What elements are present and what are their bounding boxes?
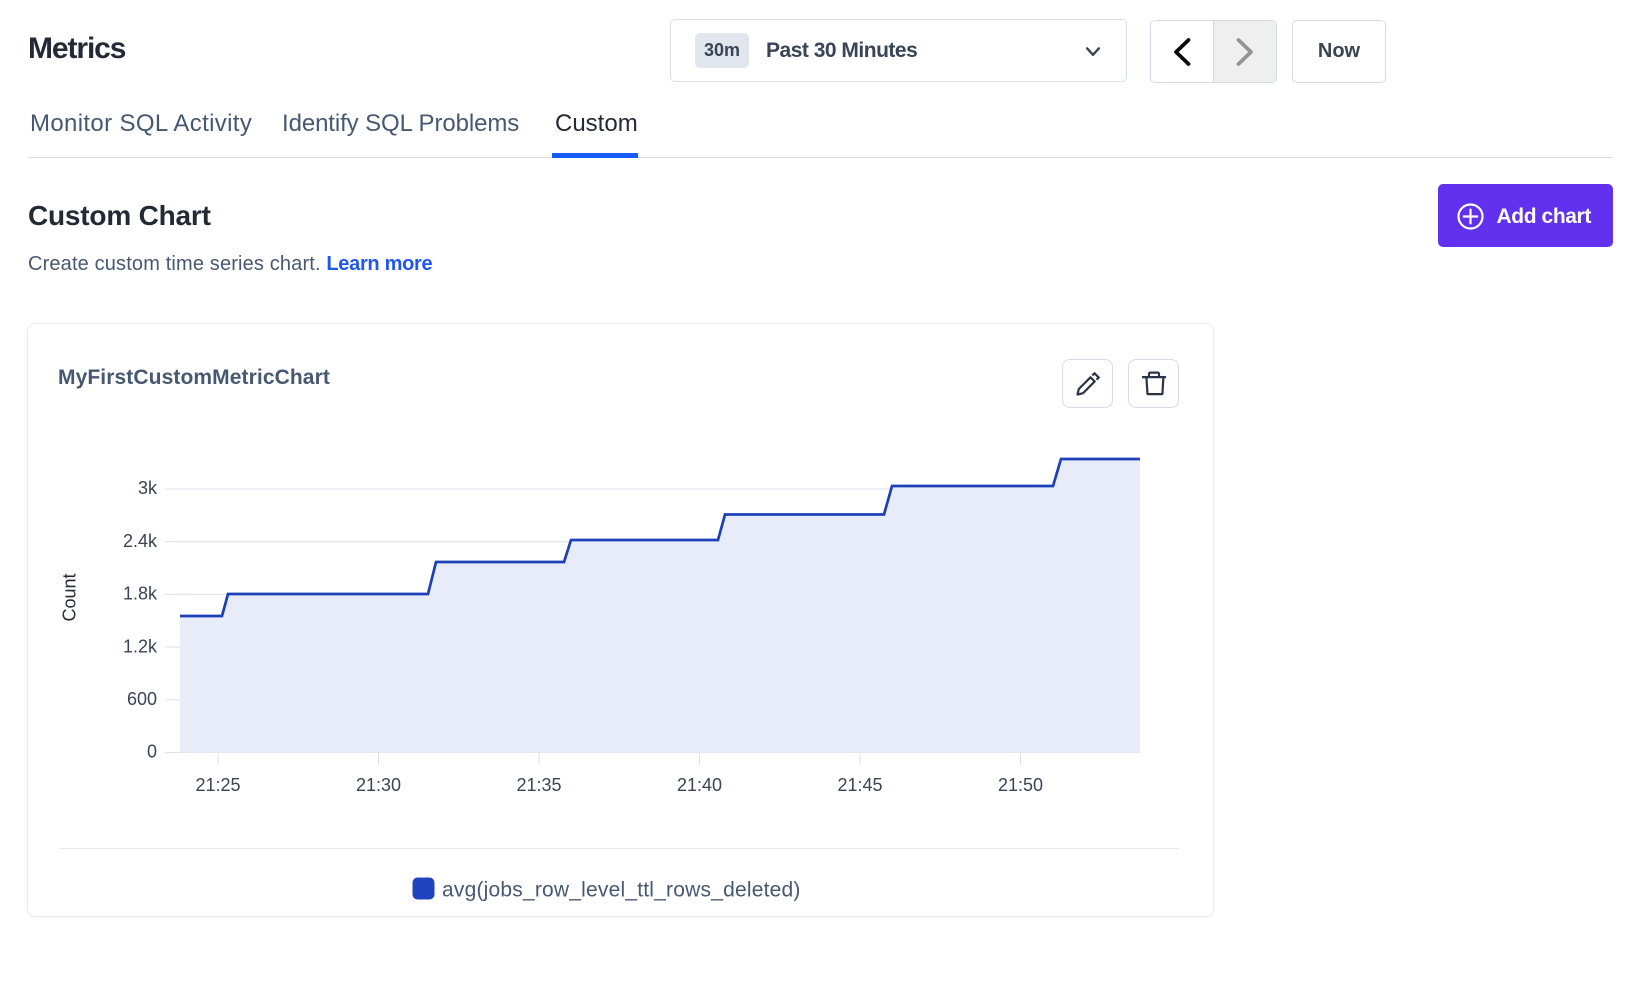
svg-text:21:45: 21:45	[837, 775, 882, 795]
svg-text:0: 0	[147, 742, 157, 762]
svg-text:21:40: 21:40	[677, 775, 722, 795]
svg-text:Count: Count	[60, 573, 80, 621]
svg-text:1.8k: 1.8k	[123, 584, 158, 604]
svg-text:3k: 3k	[138, 478, 158, 498]
svg-text:21:50: 21:50	[998, 775, 1043, 795]
svg-text:avg(jobs_row_level_ttl_rows_de: avg(jobs_row_level_ttl_rows_deleted)	[442, 879, 801, 902]
svg-text:21:25: 21:25	[195, 775, 240, 795]
svg-text:2.4k: 2.4k	[123, 531, 158, 551]
svg-text:1.2k: 1.2k	[123, 636, 158, 656]
svg-text:21:35: 21:35	[516, 775, 561, 795]
svg-text:21:30: 21:30	[356, 775, 401, 795]
svg-text:600: 600	[127, 689, 157, 709]
